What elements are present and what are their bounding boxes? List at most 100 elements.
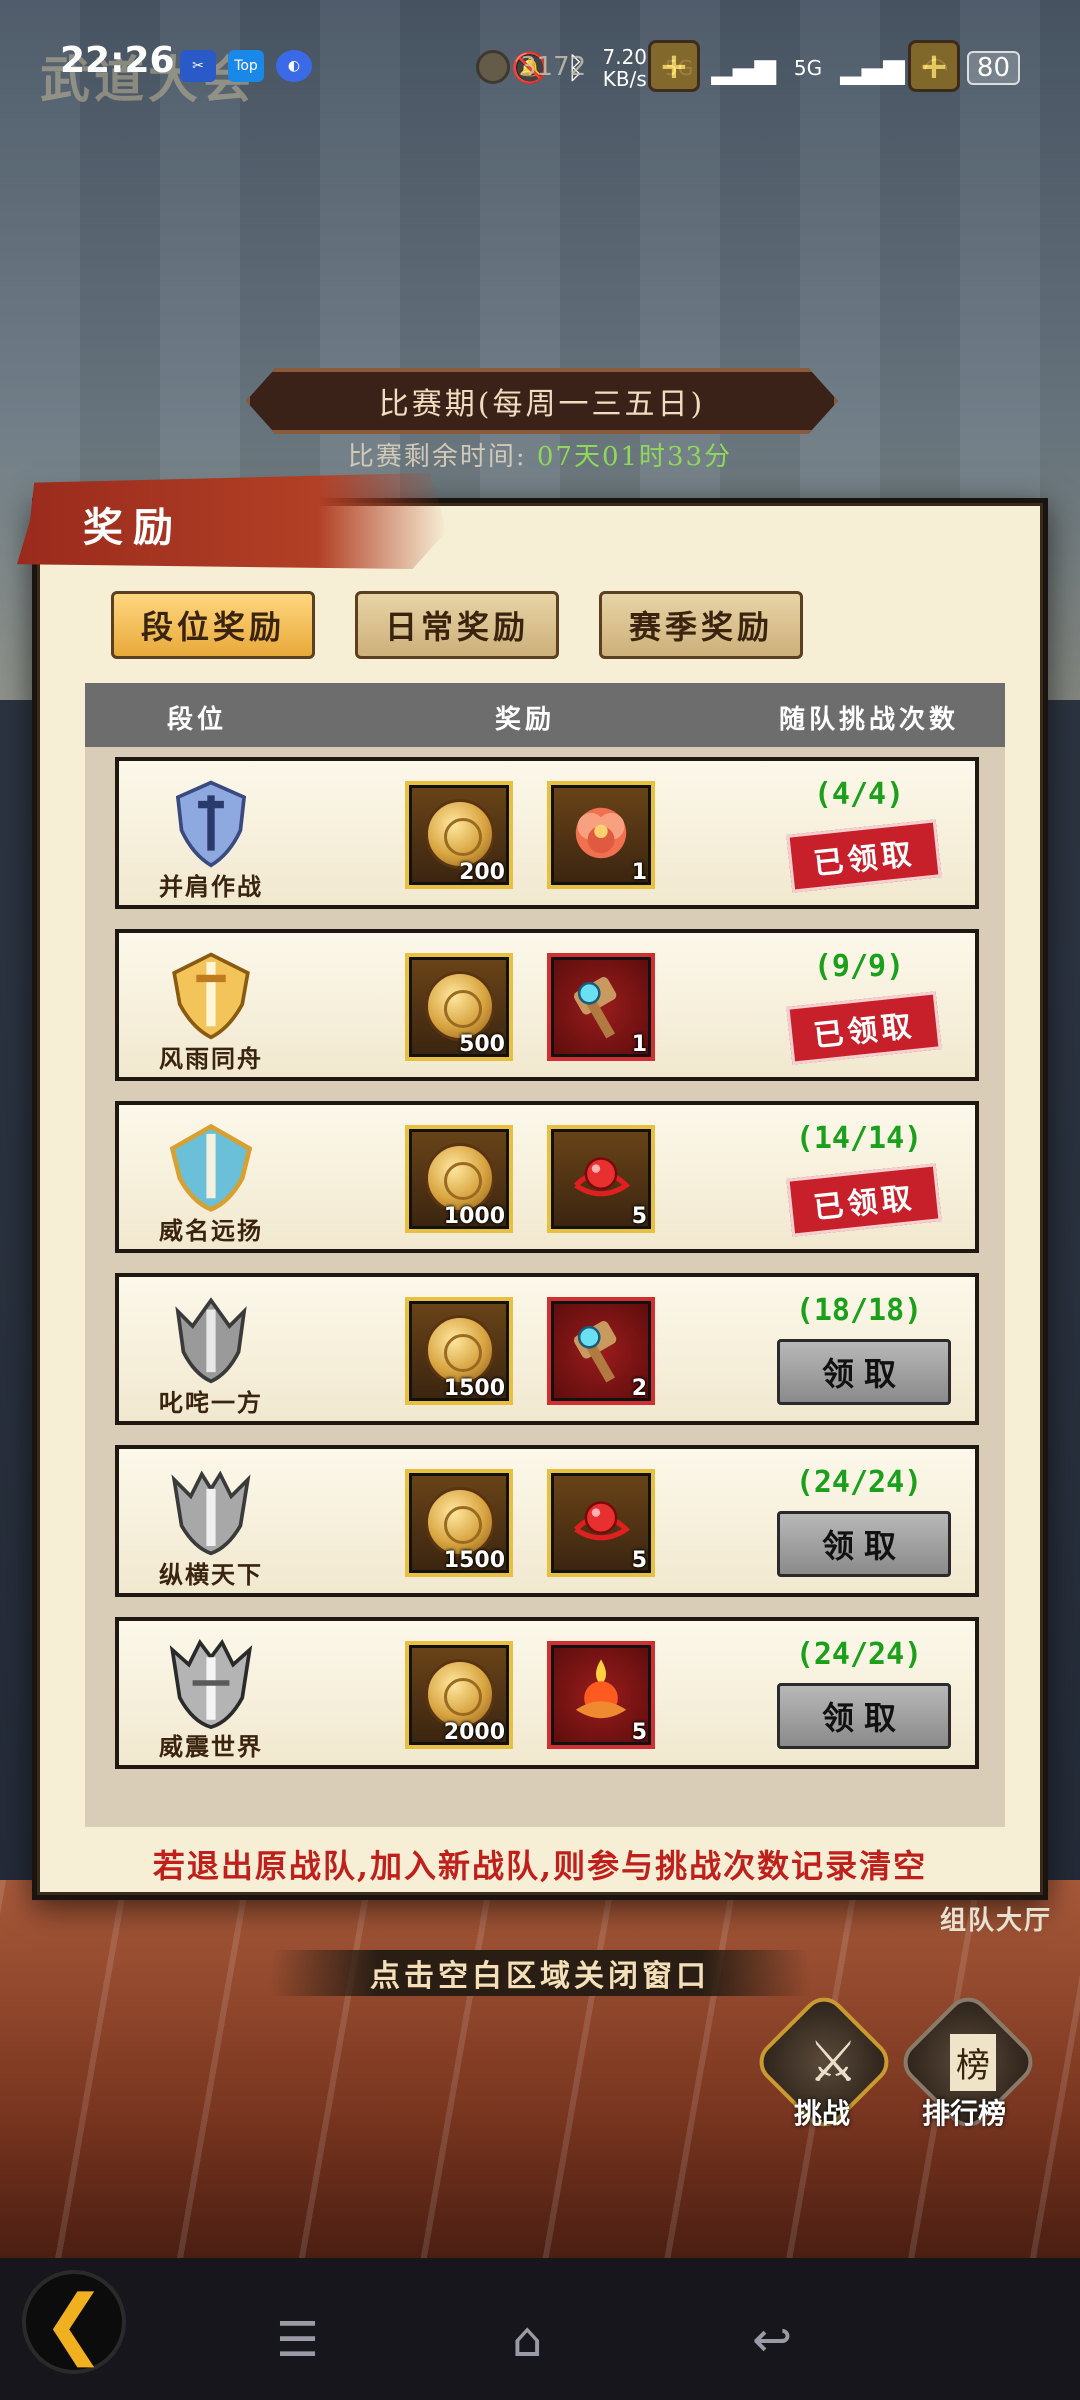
team-hall-label[interactable]: 组队大厅 xyxy=(940,1900,1052,1937)
reward-row: 纵横天下 1500 5 (24/24) 领取 xyxy=(115,1445,979,1597)
remaining-label: 比赛剩余时间: xyxy=(347,442,537,472)
column-rank: 段位 xyxy=(167,705,228,735)
browser-icon: ◐ xyxy=(276,50,312,82)
coin-reward[interactable]: 1500 xyxy=(405,1297,513,1405)
dialog-header-ribbon xyxy=(17,473,447,569)
close-hint[interactable]: 点击空白区域关闭窗口 xyxy=(270,1950,810,1996)
reward-row: 威名远扬 1000 5 (14/14) 已领取 xyxy=(115,1101,979,1253)
remaining-time: 比赛剩余时间: 07天01时33分 xyxy=(0,436,1080,473)
coin-reward[interactable]: 200 xyxy=(405,781,513,889)
period-banner: 比赛期(每周一三五日) xyxy=(246,368,838,434)
coin-reward[interactable]: 1500 xyxy=(405,1469,513,1577)
rank-emblem-gold-sword-icon xyxy=(172,952,250,1040)
item-quantity: 2 xyxy=(631,1376,647,1401)
rank-name: 纵横天下 xyxy=(159,1560,263,1589)
tab-rank-rewards[interactable]: 段位奖励 xyxy=(111,591,315,659)
reward-row: 风雨同舟 500 1 (9/9) 已领取 xyxy=(115,929,979,1081)
gold-coin-icon xyxy=(425,1143,495,1213)
rank-emblem-silver-dragon-icon xyxy=(169,1639,253,1729)
battery-indicator: 80 xyxy=(966,51,1020,85)
coin-quantity: 1000 xyxy=(443,1204,505,1229)
item-reward[interactable]: 5 xyxy=(547,1641,655,1749)
claim-button[interactable]: 领取 xyxy=(777,1683,951,1749)
hammer-icon xyxy=(573,1321,617,1383)
hammer-icon xyxy=(573,977,617,1039)
coin-counter: 3172 xyxy=(476,50,586,84)
item-reward[interactable]: 1 xyxy=(547,781,655,889)
game-back-button[interactable]: ❮ xyxy=(22,2270,126,2374)
reward-row: 叱咤一方 1500 2 (18/18) 领取 xyxy=(115,1273,979,1425)
rank-emblem-shield-icon xyxy=(175,780,247,868)
rank-name: 威名远扬 xyxy=(159,1216,263,1245)
claim-button[interactable]: 领取 xyxy=(777,1339,951,1405)
red-gem-icon xyxy=(574,1157,631,1197)
dialog-title: 奖励 xyxy=(83,504,183,551)
challenge-label: 挑战 xyxy=(794,2097,851,2130)
rank-name: 并肩作战 xyxy=(159,872,263,901)
claim-button[interactable]: 领取 xyxy=(777,1511,951,1577)
table-header: 段位 奖励 随队挑战次数 xyxy=(85,683,1005,747)
claimed-stamp: 已领取 xyxy=(786,819,942,893)
item-quantity: 1 xyxy=(631,1032,647,1057)
reward-list[interactable]: 并肩作战 200 1 (4/4) 已领取 风雨同舟 500 1 (9/9) 已领… xyxy=(85,747,1005,1827)
remaining-value: 07天01时33分 xyxy=(536,442,733,472)
item-reward[interactable]: 2 xyxy=(547,1297,655,1405)
top-app-icon: Top xyxy=(228,50,264,82)
item-reward[interactable]: 5 xyxy=(547,1125,655,1233)
fire-lotus-icon xyxy=(575,1659,627,1719)
rank-emblem-silver-crown-icon xyxy=(171,1470,251,1556)
signal-bars-icon: ▂▄▆ xyxy=(711,51,776,85)
rank-name: 叱咤一方 xyxy=(159,1388,263,1417)
rank-emblem-blue-wing-icon xyxy=(169,1123,253,1212)
clock: 22:26 xyxy=(60,40,175,81)
gold-coin-icon xyxy=(425,971,495,1041)
add-coins-button[interactable]: + xyxy=(648,40,700,92)
item-quantity: 1 xyxy=(631,860,647,885)
challenge-count: (24/24) xyxy=(795,1637,923,1672)
rank-name: 风雨同舟 xyxy=(159,1044,263,1073)
menu-icon[interactable]: ☰ xyxy=(276,2312,319,2368)
challenge-count: (24/24) xyxy=(795,1465,923,1500)
item-quantity: 5 xyxy=(631,1720,647,1745)
gold-coin-icon xyxy=(425,1315,495,1385)
crossed-swords-icon: ⚔ xyxy=(808,2030,859,2095)
add-energy-button[interactable]: + xyxy=(908,40,960,92)
notification-icons: ✂ Top ◐ xyxy=(180,50,312,82)
column-reward: 奖励 xyxy=(495,705,556,735)
tab-season-rewards[interactable]: 赛季奖励 xyxy=(599,591,803,659)
column-count: 随队挑战次数 xyxy=(779,705,960,735)
coin-reward[interactable]: 1000 xyxy=(405,1125,513,1233)
signal-bars-2-icon: ▂▄▆ xyxy=(840,51,905,85)
reward-row: 并肩作战 200 1 (4/4) 已领取 xyxy=(115,757,979,909)
item-reward[interactable]: 5 xyxy=(547,1469,655,1577)
gold-coin-icon xyxy=(425,1659,495,1729)
coin-reward[interactable]: 500 xyxy=(405,953,513,1061)
coin-quantity: 500 xyxy=(459,1032,505,1057)
coin-reward[interactable]: 2000 xyxy=(405,1641,513,1749)
challenge-count: (4/4) xyxy=(813,777,905,812)
reward-row: 威震世界 2000 5 (24/24) 领取 xyxy=(115,1617,979,1769)
claimed-stamp: 已领取 xyxy=(786,991,942,1065)
peony-flower-icon xyxy=(575,807,627,859)
gold-coin-icon xyxy=(425,1487,495,1557)
leaderboard-badge: 榜 xyxy=(950,2034,996,2091)
claimed-stamp: 已领取 xyxy=(786,1163,942,1237)
leaderboard-label: 排行榜 xyxy=(922,2097,1007,2130)
red-gem-icon xyxy=(574,1501,631,1541)
tab-daily-rewards[interactable]: 日常奖励 xyxy=(355,591,559,659)
app-notification-icon: ✂ xyxy=(180,50,216,82)
signal-5g-2: 5G xyxy=(793,56,823,80)
back-icon[interactable]: ↩ xyxy=(752,2312,792,2368)
reward-tabs: 段位奖励 日常奖励 赛季奖励 xyxy=(111,591,803,659)
coin-quantity: 2000 xyxy=(443,1720,505,1745)
coin-quantity: 1500 xyxy=(443,1376,505,1401)
reward-dialog: 奖励 段位奖励 日常奖励 赛季奖励 段位 奖励 随队挑战次数 并肩作战 200 xyxy=(17,473,1048,1900)
item-quantity: 5 xyxy=(631,1204,647,1229)
coin-icon xyxy=(476,50,510,84)
item-reward[interactable]: 1 xyxy=(547,953,655,1061)
home-icon[interactable]: ⌂ xyxy=(512,2312,542,2368)
challenge-count: (9/9) xyxy=(813,949,905,984)
challenge-count: (14/14) xyxy=(795,1121,923,1156)
coin-amount: 3172 xyxy=(520,52,587,82)
net-speed: 7.20 KB/s xyxy=(602,45,648,91)
